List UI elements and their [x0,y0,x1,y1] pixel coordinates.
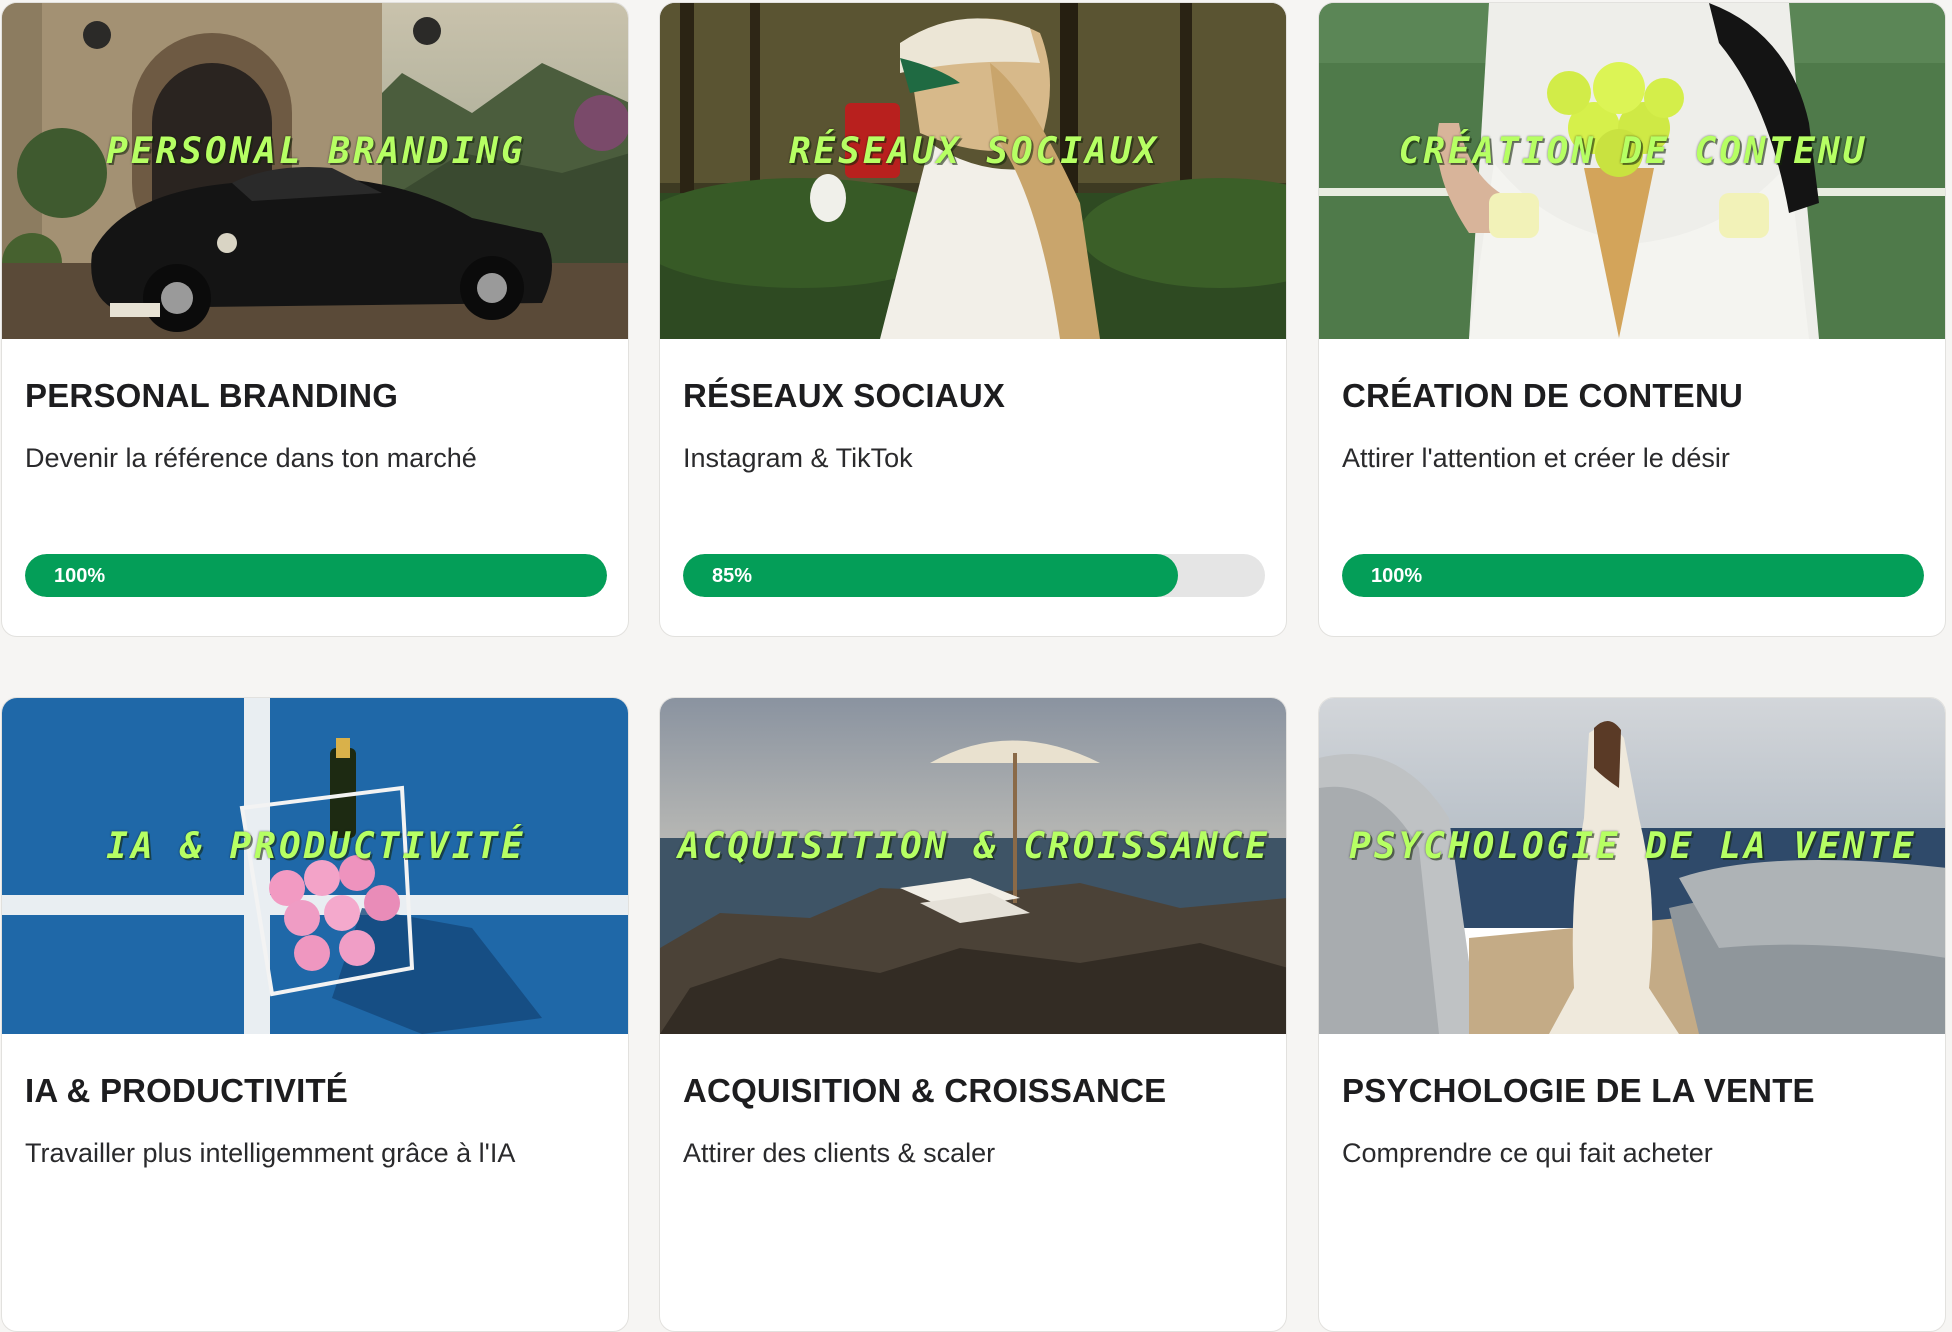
progress-label: 100% [54,565,106,587]
course-card-acquisition-croissance[interactable]: Acquisition & Croissance ACQUISITION & C… [659,697,1287,1332]
overlay-title: Réseaux Sociaux [788,131,1160,172]
course-description: Attirer l'attention et créer le désir [1342,443,1730,473]
tennis-basket-champagne-photo: IA & Productivité [2,698,628,1034]
beach-umbrella-rocks-photo: Acquisition & Croissance [660,698,1286,1034]
overlay-title: Création de Contenu [1398,131,1868,172]
progress-fill [1342,554,1924,597]
overlay-title: IA & Productivité [106,826,526,867]
progress-fill [683,554,1178,597]
course-card-psychologie-de-la-vente[interactable]: Psychologie de la Vente PSYCHOLOGIE DE L… [1318,697,1946,1332]
course-description: Attirer des clients & scaler [683,1138,996,1168]
woman-yacht-sea-photo: Psychologie de la Vente [1319,698,1945,1034]
progress-label: 100% [1371,565,1423,587]
course-card-personal-branding[interactable]: Personal Branding PERSONAL BRANDING Deve… [1,2,629,637]
course-title: IA & PRODUCTIVITÉ [25,1072,349,1109]
course-description: Devenir la référence dans ton marché [25,443,477,473]
woman-drinking-cap-photo: Réseaux Sociaux [660,3,1286,339]
progress-bar: 100% [1342,554,1924,597]
overlay-title: Acquisition & Croissance [677,826,1271,867]
course-card-ia-productivite[interactable]: IA & Productivité IA & PRODUCTIVITÉ Trav… [1,697,629,1332]
progress-label: 85% [712,565,753,587]
tennis-ball-cone-photo: Création de Contenu [1319,3,1945,339]
course-description: Comprendre ce qui fait acheter [1342,1138,1713,1168]
progress-fill [25,554,607,597]
course-card-reseaux-sociaux[interactable]: Réseaux Sociaux RÉSEAUX SOCIAUX Instagra… [659,2,1287,637]
course-title: ACQUISITION & CROISSANCE [683,1072,1167,1109]
course-title: RÉSEAUX SOCIAUX [683,377,1006,414]
course-description: Instagram & TikTok [683,443,913,473]
overlay-title: Psychologie de la Vente [1349,826,1917,867]
course-grid: Personal Branding PERSONAL BRANDING Deve… [0,0,1952,1332]
course-title: PERSONAL BRANDING [25,377,399,414]
progress-bar: 85% [683,554,1265,597]
course-card-creation-de-contenu[interactable]: Création de Contenu CRÉATION DE CONTENU … [1318,2,1946,637]
course-title: CRÉATION DE CONTENU [1342,377,1744,414]
course-description: Travailler plus intelligemment grâce à l… [25,1138,516,1168]
course-title: PSYCHOLOGIE DE LA VENTE [1342,1072,1815,1109]
overlay-title: Personal Branding [106,131,526,172]
vintage-car-villa-photo: Personal Branding [2,3,628,339]
progress-bar: 100% [25,554,607,597]
